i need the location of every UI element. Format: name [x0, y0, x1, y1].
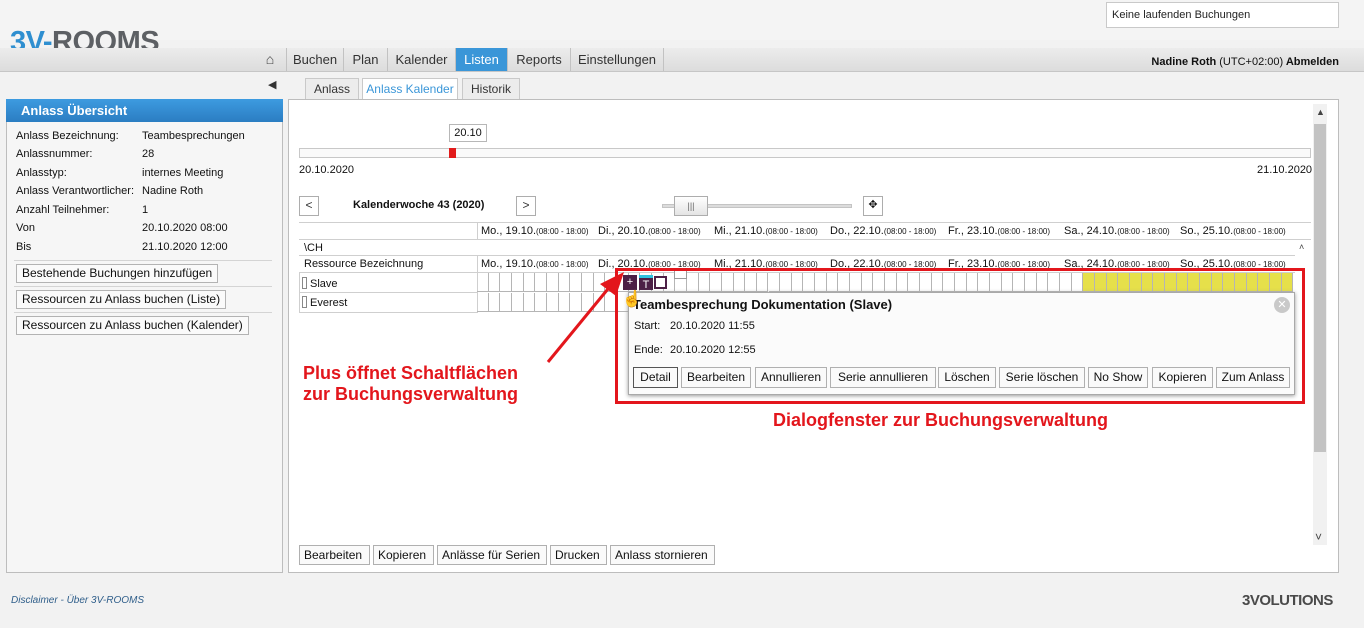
resource-row-slave[interactable]: Slave: [302, 277, 338, 290]
grid-cell[interactable]: [477, 273, 489, 292]
annotation-frame: [615, 268, 1305, 404]
resource-checkbox[interactable]: [302, 277, 307, 289]
nav-listen[interactable]: Listen: [455, 48, 507, 71]
grid-cell[interactable]: [523, 293, 536, 312]
grid-line: [299, 255, 1295, 256]
grid-line: [299, 312, 477, 313]
nav-buchen[interactable]: Buchen: [286, 48, 343, 71]
tab-historik[interactable]: Historik: [462, 78, 520, 99]
resource-row-everest[interactable]: Everest: [302, 296, 347, 309]
vendor-logo: 3VOLUTIONS: [1242, 592, 1333, 609]
field-label: Anlasstyp:: [16, 167, 67, 179]
grid-line: [299, 272, 300, 313]
nav-plan[interactable]: Plan: [343, 48, 387, 71]
copy-event-button[interactable]: Kopieren: [373, 545, 434, 565]
timeline-start-date: 20.10.2020: [299, 164, 355, 176]
collapse-panel-icon[interactable]: ◀: [268, 78, 276, 91]
nav-kalender[interactable]: Kalender: [387, 48, 455, 71]
field-label: Anzahl Teilnehmer:: [16, 204, 110, 216]
user-name: Nadine Roth: [1151, 56, 1217, 68]
grid-cell[interactable]: [523, 273, 536, 292]
scroll-up-icon[interactable]: ▲: [1316, 107, 1325, 117]
field-value: Teambesprechungen: [142, 130, 245, 142]
zoom-slider-thumb[interactable]: |||: [674, 196, 708, 216]
tab-anlass-kalender[interactable]: Anlass Kalender: [362, 78, 458, 100]
timeline-marker[interactable]: [449, 148, 456, 158]
tab-anlass[interactable]: Anlass: [305, 78, 359, 99]
grid-scroll-up-icon[interactable]: ˄: [1299, 242, 1304, 252]
day-header: So., 25.10.(08:00 - 18:00): [1180, 225, 1286, 237]
grid-line: [299, 222, 1311, 223]
resource-column-header: Ressource Bezeichnung: [304, 258, 424, 270]
grid-cell[interactable]: [511, 273, 524, 292]
field-label: Anlass Verantwortlicher:: [16, 185, 134, 197]
field-label: Anlass Bezeichnung:: [16, 130, 119, 142]
divider: [14, 312, 272, 313]
location-label: \CH: [304, 242, 323, 254]
grid-line: [477, 222, 478, 240]
grid-cell[interactable]: [488, 273, 501, 292]
field-value: 1: [142, 204, 149, 216]
day-header: Mo., 19.10.(08:00 - 18:00): [481, 258, 589, 270]
timeline-date-bubble: 20.10: [449, 124, 487, 142]
field-label: Von: [16, 222, 35, 234]
week-label: Kalenderwoche 43 (2020): [353, 199, 485, 211]
divider: [14, 260, 272, 261]
day-header: Mi., 21.10.(08:00 - 18:00): [714, 225, 818, 237]
edit-event-button[interactable]: Bearbeiten: [299, 545, 370, 565]
day-header: Do., 22.10.(08:00 - 18:00): [830, 225, 937, 237]
timeline-end-date: 21.10.2020: [1257, 164, 1313, 176]
grid-cell[interactable]: [477, 293, 489, 312]
logout-link[interactable]: Abmelden: [1286, 56, 1339, 68]
field-value: 28: [142, 148, 155, 160]
day-header: Mo., 19.10.(08:00 - 18:00): [481, 225, 589, 237]
field-label: Anlassnummer:: [16, 148, 93, 160]
day-header: Sa., 24.10.(08:00 - 18:00): [1064, 225, 1170, 237]
nav-reports[interactable]: Reports: [507, 48, 570, 71]
home-icon[interactable]: ⌂: [258, 48, 282, 71]
disclaimer-link[interactable]: Disclaimer: [11, 595, 58, 606]
day-header: Di., 20.10.(08:00 - 18:00): [598, 225, 701, 237]
nav-einstellungen[interactable]: Einstellungen: [570, 48, 664, 71]
grid-cell[interactable]: [500, 293, 512, 312]
move-icon[interactable]: ✥: [863, 196, 883, 216]
resource-checkbox[interactable]: [302, 296, 307, 308]
scrollbar-thumb[interactable]: [1314, 124, 1326, 452]
booking-status-box: Keine laufenden Buchungen: [1106, 2, 1339, 28]
user-info: Nadine Roth (UTC+02:00) Abmelden: [1100, 56, 1339, 68]
user-timezone: (UTC+02:00): [1219, 56, 1284, 68]
field-value: 21.10.2020 12:00: [142, 241, 228, 253]
field-value: 20.10.2020 08:00: [142, 222, 228, 234]
grid-line: [299, 292, 477, 293]
annotation-arrow: [546, 272, 624, 363]
next-week-button[interactable]: >: [516, 196, 536, 216]
prev-week-button[interactable]: <: [299, 196, 319, 216]
grid-cell[interactable]: [488, 293, 501, 312]
grid-cell[interactable]: [511, 293, 524, 312]
divider: [14, 286, 272, 287]
annotation-dialog: Dialogfenster zur Buchungsverwaltung: [773, 410, 1109, 430]
annotation-plus: Plus öffnet Schaltflächen zur Buchungsver…: [303, 363, 519, 404]
overview-title: Anlass Übersicht: [6, 99, 283, 122]
book-resources-calendar-button[interactable]: Ressourcen zu Anlass buchen (Kalender): [16, 316, 249, 335]
series-events-button[interactable]: Anlässe für Serien: [437, 545, 547, 565]
hand-cursor-icon: ☝: [622, 291, 642, 308]
field-value: Nadine Roth: [142, 185, 204, 197]
cancel-event-button[interactable]: Anlass stornieren: [610, 545, 715, 565]
scroll-down-icon[interactable]: ˅: [1315, 530, 1322, 544]
footer-links: Disclaimer - Über 3V-ROOMS: [11, 595, 144, 606]
grid-cell[interactable]: [500, 273, 512, 292]
print-button[interactable]: Drucken: [550, 545, 607, 565]
field-label: Bis: [16, 241, 32, 253]
day-header: Fr., 23.10.(08:00 - 18:00): [948, 225, 1051, 237]
field-value: internes Meeting: [142, 167, 224, 179]
grid-line: [299, 239, 1311, 240]
about-link[interactable]: Über 3V-ROOMS: [67, 595, 144, 606]
add-existing-bookings-button[interactable]: Bestehende Buchungen hinzufügen: [16, 264, 219, 283]
book-resources-list-button[interactable]: Ressourcen zu Anlass buchen (Liste): [16, 290, 227, 309]
